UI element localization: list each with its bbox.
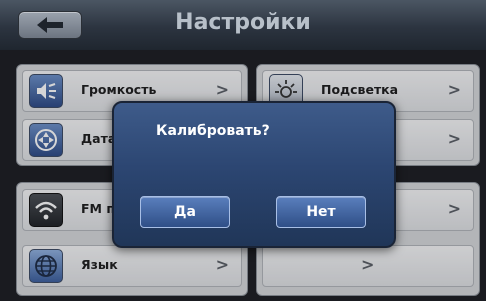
- calibrate-dialog: Калибровать? Да Нет: [112, 101, 396, 248]
- page-title: Настройки: [175, 10, 311, 35]
- no-button[interactable]: Нет: [276, 196, 366, 228]
- top-bar: Настройки: [0, 0, 486, 50]
- dialog-title: Калибровать?: [156, 123, 270, 139]
- yes-button[interactable]: Да: [140, 196, 230, 228]
